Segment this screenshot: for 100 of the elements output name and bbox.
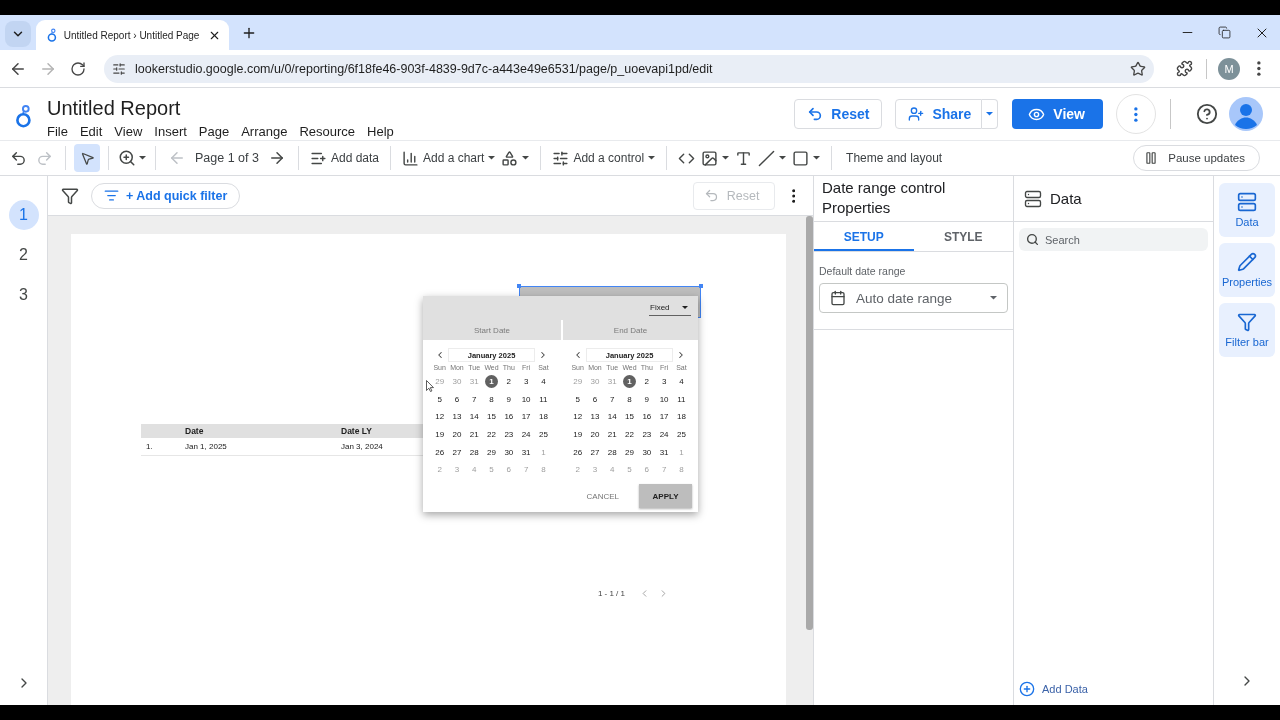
calendar-day[interactable]: 30 xyxy=(640,445,654,459)
puzzle-icon[interactable] xyxy=(1175,60,1193,77)
zoom-icon[interactable] xyxy=(118,149,136,167)
menu-item[interactable]: Edit xyxy=(73,124,109,139)
calendar-day[interactable]: 29 xyxy=(623,445,637,459)
page-number[interactable]: 2 xyxy=(8,240,39,270)
range-heading[interactable]: Start Date xyxy=(423,320,561,340)
calendar-day[interactable]: 24 xyxy=(657,428,671,442)
range-heading[interactable]: End Date xyxy=(563,320,698,340)
calendar-day[interactable]: 1 xyxy=(623,375,637,389)
data-rail-button[interactable]: Data xyxy=(1219,183,1275,237)
plus-circle-icon[interactable] xyxy=(1019,681,1035,697)
search-input[interactable]: Search xyxy=(1045,228,1201,251)
calendar-day[interactable]: 14 xyxy=(605,410,619,424)
calendar-day[interactable]: 16 xyxy=(502,410,516,424)
add-data-link[interactable]: Add Data xyxy=(1042,683,1088,695)
menu-item[interactable]: Page xyxy=(192,124,236,139)
menu-item[interactable]: View xyxy=(108,124,149,139)
calendar-day[interactable]: 7 xyxy=(467,392,481,406)
calendar-day[interactable]: 29 xyxy=(485,445,499,459)
menu-icon[interactable] xyxy=(1257,61,1261,76)
calendar-day[interactable]: 20 xyxy=(588,428,602,442)
calendar-day[interactable]: 8 xyxy=(485,392,499,406)
sliders-icon[interactable] xyxy=(112,61,126,76)
calendar-day[interactable]: 21 xyxy=(467,428,481,442)
calendar-day[interactable]: 31 xyxy=(657,445,671,459)
calendar-day[interactable]: 11 xyxy=(536,392,550,406)
menu-item[interactable]: Resource xyxy=(293,124,362,139)
calendar-day[interactable]: 23 xyxy=(640,428,654,442)
calendar-day[interactable]: 17 xyxy=(519,410,533,424)
calendar-day[interactable]: 19 xyxy=(433,428,447,442)
restore-icon[interactable] xyxy=(1218,26,1231,39)
star-icon[interactable] xyxy=(1130,60,1146,77)
calendar-day[interactable]: 27 xyxy=(450,445,464,459)
calendar-day[interactable]: 1 xyxy=(485,375,499,389)
calendar-day[interactable]: 15 xyxy=(623,410,637,424)
select-tool-button[interactable] xyxy=(74,144,100,172)
calendar-day[interactable]: 24 xyxy=(519,428,533,442)
help-icon[interactable] xyxy=(1196,103,1218,125)
search-field[interactable]: Search xyxy=(1019,228,1208,251)
calendar-day[interactable]: 10 xyxy=(657,392,671,406)
calendar-day[interactable]: 6 xyxy=(450,392,464,406)
page-number[interactable]: 3 xyxy=(8,280,39,310)
calendar-day[interactable]: 18 xyxy=(674,410,688,424)
avatar-icon[interactable] xyxy=(1229,97,1263,131)
calendar-day[interactable]: 9 xyxy=(502,392,516,406)
calendar-day[interactable]: 27 xyxy=(588,445,602,459)
pause-updates-button[interactable]: Pause updates xyxy=(1133,145,1260,171)
calendar-day[interactable]: 18 xyxy=(536,410,550,424)
calendar-day[interactable]: 4 xyxy=(674,375,688,389)
apply-button[interactable]: APPLY xyxy=(639,484,692,508)
calendar-day[interactable]: 20 xyxy=(450,428,464,442)
calendar-day[interactable]: 30 xyxy=(502,445,516,459)
cancel-button[interactable]: CANCEL xyxy=(586,489,619,503)
more-icon[interactable] xyxy=(791,188,795,203)
add-control-button[interactable]: Add a control xyxy=(549,144,659,172)
calendar-day[interactable]: 8 xyxy=(623,392,637,406)
calendar-day[interactable]: 25 xyxy=(536,428,550,442)
reload-icon[interactable] xyxy=(70,60,86,77)
calendar-day[interactable]: 28 xyxy=(467,445,481,459)
calendar-day[interactable]: 12 xyxy=(433,410,447,424)
calendar-day[interactable]: 5 xyxy=(433,392,447,406)
panel-tab[interactable]: STYLE xyxy=(913,222,1013,251)
calendar-day[interactable]: 3 xyxy=(519,375,533,389)
calendar-day[interactable]: 5 xyxy=(571,392,585,406)
calendar-day[interactable]: 22 xyxy=(485,428,499,442)
add-quick-filter-button[interactable]: + Add quick filter xyxy=(91,182,241,209)
calendar-day[interactable]: 13 xyxy=(450,410,464,424)
address-bar[interactable]: lookerstudio.google.com/u/0/reporting/6f18fe46-903f-4839-9d7c-a443e49e6531/page/p_uoevapi1pd/edit xyxy=(104,54,1154,83)
calendar-day[interactable]: 2 xyxy=(502,375,516,389)
filter-icon[interactable] xyxy=(61,186,79,205)
menu-item[interactable]: Arrange xyxy=(235,124,294,139)
calendar-day[interactable]: 31 xyxy=(519,445,533,459)
calendar-day[interactable]: 6 xyxy=(588,392,602,406)
mode-dropdown[interactable]: Fixed xyxy=(649,300,691,316)
calendar-day[interactable]: 28 xyxy=(605,445,619,459)
date-range-dropdown[interactable]: Auto date range xyxy=(819,283,1008,313)
filter-bar-rail-button[interactable]: Filter bar xyxy=(1219,303,1275,357)
add-data-button[interactable]: Add data xyxy=(306,144,382,172)
calendar-day[interactable]: 3 xyxy=(657,375,671,389)
undo-icon[interactable] xyxy=(9,149,27,167)
calendar-day[interactable]: 17 xyxy=(657,410,671,424)
column-header[interactable]: Date xyxy=(185,426,204,436)
properties-rail-button[interactable]: Properties xyxy=(1219,243,1275,297)
calendar-day[interactable]: 4 xyxy=(536,375,550,389)
calendar-day[interactable]: 22 xyxy=(623,428,637,442)
menu-item[interactable]: Insert xyxy=(148,124,193,139)
panel-tab[interactable]: SETUP xyxy=(814,222,914,251)
calendar-day[interactable]: 7 xyxy=(605,392,619,406)
calendar-day[interactable]: 19 xyxy=(571,428,585,442)
calendar-day[interactable]: 25 xyxy=(674,428,688,442)
calendar-day[interactable]: 9 xyxy=(640,392,654,406)
reset-button[interactable]: Reset xyxy=(794,99,883,129)
calendar-day[interactable]: 14 xyxy=(467,410,481,424)
share-button[interactable]: Share xyxy=(895,99,983,129)
calendar-day[interactable]: 15 xyxy=(485,410,499,424)
calendar-day[interactable]: 13 xyxy=(588,410,602,424)
calendar-day[interactable]: 16 xyxy=(640,410,654,424)
calendar-day[interactable]: 10 xyxy=(519,392,533,406)
calendar-day[interactable]: 26 xyxy=(433,445,447,459)
